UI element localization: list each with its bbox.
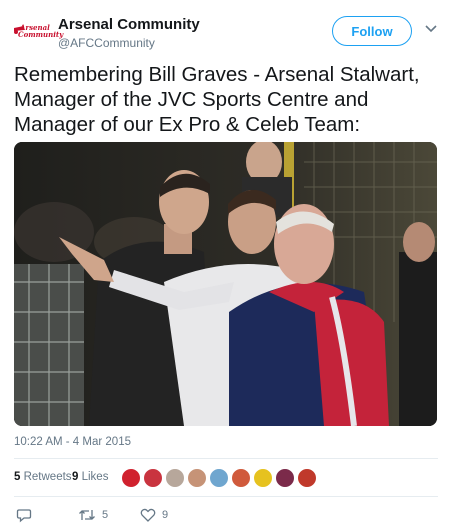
- account-name[interactable]: Arsenal Community: [58, 16, 200, 33]
- arsenal-community-logo[interactable]: Arsenal Community: [12, 22, 63, 42]
- retweets-stat[interactable]: 5 Retweets: [14, 471, 72, 483]
- avatar[interactable]: [253, 468, 273, 488]
- account-handle[interactable]: @AFCCommunity: [58, 36, 155, 50]
- divider: [14, 458, 438, 459]
- retweet-button[interactable]: 5: [78, 505, 108, 525]
- tweet-actions: 5 9: [14, 505, 314, 525]
- retweets-count: 5: [14, 471, 21, 483]
- divider: [14, 496, 438, 497]
- avatar[interactable]: [121, 468, 141, 488]
- like-count: 9: [162, 509, 169, 521]
- tweet-photo[interactable]: [14, 142, 437, 426]
- reply-icon: [16, 509, 32, 523]
- tweet-header: Arsenal Community Arsenal Community @AFC…: [12, 12, 440, 52]
- reply-button[interactable]: [16, 505, 32, 525]
- retweet-count: 5: [102, 509, 109, 521]
- photo-illustration: [14, 142, 437, 426]
- avatar[interactable]: [165, 468, 185, 488]
- retweet-icon: [79, 510, 95, 520]
- avatar[interactable]: [187, 468, 207, 488]
- follow-button[interactable]: Follow: [332, 16, 412, 46]
- tweet-timestamp[interactable]: 10:22 AM - 4 Mar 2015: [14, 436, 131, 448]
- likes-count: 9: [72, 471, 79, 483]
- retweets-label: Retweets: [23, 471, 72, 483]
- logo-text-line2: Community: [18, 30, 64, 39]
- avatar[interactable]: [297, 468, 317, 488]
- avatar[interactable]: [231, 468, 251, 488]
- likes-stat[interactable]: 9 Likes: [72, 471, 108, 483]
- avatar[interactable]: [209, 468, 229, 488]
- heart-icon: [140, 508, 156, 522]
- like-button[interactable]: 9: [140, 505, 168, 525]
- avatar[interactable]: [275, 468, 295, 488]
- avatar[interactable]: [143, 468, 163, 488]
- tweet-text: Remembering Bill Graves - Arsenal Stalwa…: [14, 63, 420, 136]
- chevron-down-icon[interactable]: [424, 22, 438, 36]
- likes-label: Likes: [81, 471, 109, 483]
